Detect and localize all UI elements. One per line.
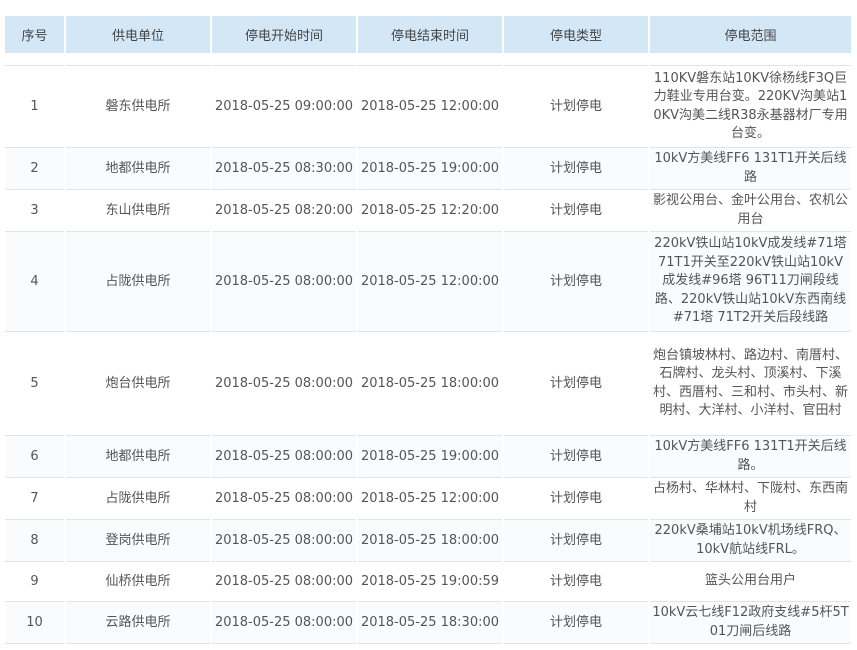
cell-end-time: 2018-05-25 19:00:00	[356, 435, 504, 478]
cell-unit: 仙桥供电所	[64, 561, 212, 602]
cell-type: 计划停电	[502, 601, 650, 644]
cell-start-time: 2018-05-25 08:00:00	[210, 231, 358, 332]
cell-scope: 影视公用台、金叶公用台、农机公用台	[648, 189, 853, 232]
cell-end-time: 2018-05-25 12:20:00	[356, 189, 504, 232]
cell-no: 6	[3, 435, 66, 478]
header-type: 停电类型	[502, 16, 650, 53]
header-start-time: 停电开始时间	[210, 16, 358, 53]
cell-no: 9	[3, 561, 66, 602]
cell-scope: 110KV磐东站10KV徐杨线F3Q巨力鞋业专用台变。220KV沟美站10KV沟…	[648, 65, 853, 148]
cell-end-time: 2018-05-25 12:00:00	[356, 231, 504, 332]
table-row: 7 占陇供电所 2018-05-25 08:00:00 2018-05-25 1…	[3, 477, 853, 520]
cell-end-time: 2018-05-25 18:30:00	[356, 601, 504, 644]
cell-start-time: 2018-05-25 08:00:00	[210, 435, 358, 478]
table-row: 6 地都供电所 2018-05-25 08:00:00 2018-05-25 1…	[3, 435, 853, 478]
cell-unit: 地都供电所	[64, 435, 212, 478]
cell-no: 3	[3, 189, 66, 232]
table-row: 2 地都供电所 2018-05-25 08:30:00 2018-05-25 1…	[3, 147, 853, 190]
cell-unit: 登岗供电所	[64, 519, 212, 562]
cell-scope: 篮头公用台用户	[648, 561, 853, 602]
table-row: 3 东山供电所 2018-05-25 08:20:00 2018-05-25 1…	[3, 189, 853, 232]
cell-no: 10	[3, 601, 66, 644]
cell-start-time: 2018-05-25 08:00:00	[210, 561, 358, 602]
cell-type: 计划停电	[502, 435, 650, 478]
cell-no: 7	[3, 477, 66, 520]
outage-table-header: 序号 供电单位 停电开始时间 停电结束时间 停电类型 停电范围	[3, 16, 853, 53]
table-row: 4 占陇供电所 2018-05-25 08:00:00 2018-05-25 1…	[3, 231, 853, 332]
cell-no: 4	[3, 231, 66, 332]
outage-rows: 1 磐东供电所 2018-05-25 09:00:00 2018-05-25 1…	[3, 65, 853, 644]
cell-type: 计划停电	[502, 561, 650, 602]
cell-unit: 磐东供电所	[64, 65, 212, 148]
header-spacer	[3, 53, 851, 64]
cell-unit: 东山供电所	[64, 189, 212, 232]
cell-type: 计划停电	[502, 189, 650, 232]
cell-unit: 地都供电所	[64, 147, 212, 190]
cell-scope: 10kV方美线FF6 131T1开关后线路。	[648, 435, 853, 478]
cell-type: 计划停电	[502, 477, 650, 520]
cell-scope: 10kV方美线FF6 131T1开关后线路	[648, 147, 853, 190]
cell-start-time: 2018-05-25 08:00:00	[210, 331, 358, 436]
cell-no: 1	[3, 65, 66, 148]
cell-end-time: 2018-05-25 18:00:00	[356, 331, 504, 436]
cell-scope: 占杨村、华林村、下陇村、东西南村	[648, 477, 853, 520]
header-scope: 停电范围	[648, 16, 853, 53]
cell-unit: 占陇供电所	[64, 231, 212, 332]
cell-unit: 占陇供电所	[64, 477, 212, 520]
cell-scope: 220kV桑埔站10kV机场线FRQ、10kV航站线FRL。	[648, 519, 853, 562]
cell-type: 计划停电	[502, 147, 650, 190]
table-row: 5 炮台供电所 2018-05-25 08:00:00 2018-05-25 1…	[3, 331, 853, 436]
cell-start-time: 2018-05-25 08:00:00	[210, 601, 358, 644]
cell-start-time: 2018-05-25 08:30:00	[210, 147, 358, 190]
cell-no: 8	[3, 519, 66, 562]
header-row: 序号 供电单位 停电开始时间 停电结束时间 停电类型 停电范围	[3, 16, 853, 53]
cell-end-time: 2018-05-25 12:00:00	[356, 65, 504, 148]
table-row: 8 登岗供电所 2018-05-25 08:00:00 2018-05-25 1…	[3, 519, 853, 562]
cell-no: 5	[3, 331, 66, 436]
cell-end-time: 2018-05-25 12:00:00	[356, 477, 504, 520]
cell-end-time: 2018-05-25 19:00:59	[356, 561, 504, 602]
cell-scope: 10kV云七线F12政府支线#5杆5T01刀闸后线路	[648, 601, 853, 644]
cell-type: 计划停电	[502, 331, 650, 436]
cell-start-time: 2018-05-25 08:20:00	[210, 189, 358, 232]
header-end-time: 停电结束时间	[356, 16, 504, 53]
header-no: 序号	[3, 16, 66, 53]
cell-unit: 云路供电所	[64, 601, 212, 644]
cell-type: 计划停电	[502, 231, 650, 332]
cell-end-time: 2018-05-25 18:00:00	[356, 519, 504, 562]
header-unit: 供电单位	[64, 16, 212, 53]
cell-type: 计划停电	[502, 519, 650, 562]
cell-no: 2	[3, 147, 66, 190]
outage-table-body: 1 磐东供电所 2018-05-25 09:00:00 2018-05-25 1…	[3, 65, 853, 644]
cell-unit: 炮台供电所	[64, 331, 212, 436]
cell-start-time: 2018-05-25 08:00:00	[210, 519, 358, 562]
cell-start-time: 2018-05-25 09:00:00	[210, 65, 358, 148]
cell-type: 计划停电	[502, 65, 650, 148]
table-row: 9 仙桥供电所 2018-05-25 08:00:00 2018-05-25 1…	[3, 561, 853, 602]
table-row: 1 磐东供电所 2018-05-25 09:00:00 2018-05-25 1…	[3, 65, 853, 148]
cell-start-time: 2018-05-25 08:00:00	[210, 477, 358, 520]
cell-end-time: 2018-05-25 19:00:00	[356, 147, 504, 190]
cell-scope: 炮台镇坡林村、路边村、南厝村、石牌村、龙头村、顶溪村、下溪村、西厝村、三和村、市…	[648, 331, 853, 436]
cell-scope: 220kV铁山站10kV成发线#71塔71T1开关至220kV铁山站10kV成发…	[648, 231, 853, 332]
table-row: 10 云路供电所 2018-05-25 08:00:00 2018-05-25 …	[3, 601, 853, 644]
